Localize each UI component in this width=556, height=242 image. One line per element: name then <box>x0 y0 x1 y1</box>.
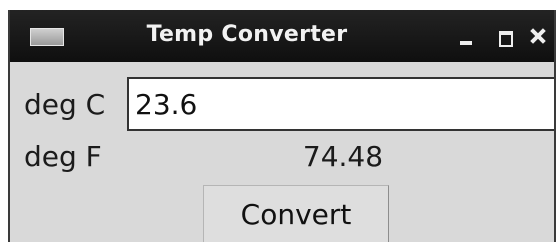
convert-button[interactable]: Convert <box>203 185 389 242</box>
minimize-icon[interactable] <box>456 10 478 62</box>
close-icon[interactable] <box>528 10 550 62</box>
fahrenheit-value: 74.48 <box>302 140 384 173</box>
celsius-label: deg C <box>24 88 106 121</box>
celsius-input[interactable] <box>127 77 554 131</box>
title-bar[interactable]: Temp Converter <box>10 10 554 62</box>
maximize-icon[interactable] <box>496 10 518 62</box>
fahrenheit-label: deg F <box>24 140 102 173</box>
app-window: Temp Converter deg C deg F 74.48 Convert <box>8 10 556 242</box>
